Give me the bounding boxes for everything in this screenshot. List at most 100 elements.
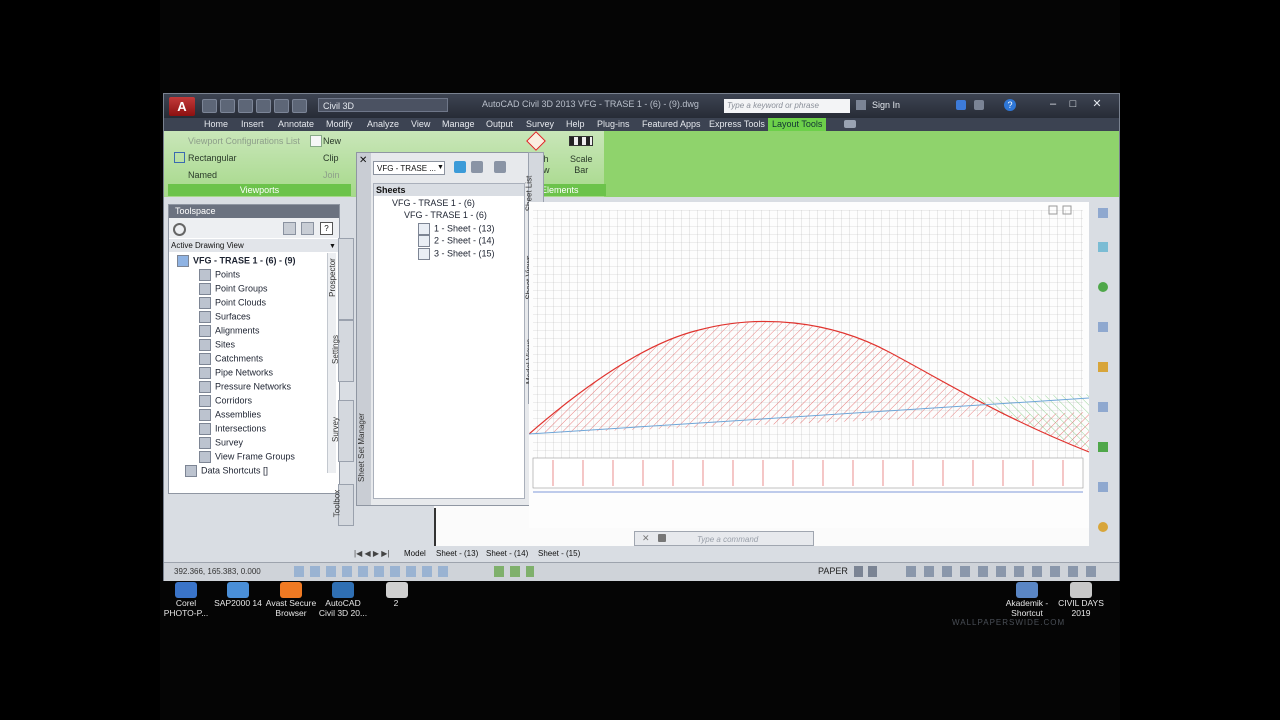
shortcut-icon[interactable]: [386, 582, 408, 598]
options-icon[interactable]: [494, 161, 506, 173]
tree-item[interactable]: Corridors: [199, 395, 252, 407]
tree-item[interactable]: Alignments: [199, 325, 260, 337]
tab-home[interactable]: Home: [200, 118, 232, 131]
close-icon[interactable]: ✕: [642, 533, 650, 544]
refresh-icon[interactable]: [454, 161, 466, 173]
sheet-item[interactable]: 3 - Sheet - (15): [418, 248, 495, 260]
tab-sheet-15[interactable]: Sheet - (15): [538, 549, 580, 558]
chevron-down-icon[interactable]: ▼: [437, 164, 444, 171]
tree-item[interactable]: Point Clouds: [199, 297, 266, 309]
tree-item[interactable]: Surfaces: [199, 311, 251, 323]
tree-item[interactable]: Points: [199, 269, 240, 281]
nav-tool-icon[interactable]: [1098, 242, 1108, 252]
tab-output[interactable]: Output: [482, 118, 517, 131]
nav-tool-icon[interactable]: [1098, 208, 1108, 218]
tree-item[interactable]: Point Groups: [199, 283, 268, 295]
tree-item[interactable]: Catchments: [199, 353, 263, 365]
nav-tool-icon[interactable]: [1098, 282, 1108, 292]
save-icon[interactable]: [238, 99, 253, 113]
corel-photo-icon[interactable]: [175, 582, 197, 598]
sheet-item[interactable]: 2 - Sheet - (14): [418, 235, 495, 247]
nav-tool-icon[interactable]: [1098, 322, 1108, 332]
tab-express-tools[interactable]: Express Tools: [705, 118, 769, 131]
rectangular-button[interactable]: Rectangular: [188, 153, 237, 163]
triangle-icon[interactable]: [974, 100, 984, 110]
workspace-select[interactable]: Civil 3D: [318, 98, 448, 112]
tab-model[interactable]: Model: [404, 549, 426, 558]
nav-tool-icon[interactable]: [1098, 522, 1108, 532]
paper-space-toggle[interactable]: PAPER: [818, 566, 848, 576]
tab-featured-apps[interactable]: Featured Apps: [638, 118, 705, 131]
autocad-civil3d-icon[interactable]: [332, 582, 354, 598]
sheet-item[interactable]: 1 - Sheet - (13): [418, 223, 495, 235]
avast-browser-icon[interactable]: [280, 582, 302, 598]
layout-tools[interactable]: [854, 566, 880, 577]
sheet-set-select[interactable]: VFG - TRASE ...: [373, 161, 445, 175]
drafting-toggles[interactable]: [294, 566, 454, 577]
clip-button[interactable]: Clip: [323, 153, 339, 163]
tab-modify[interactable]: Modify: [322, 118, 357, 131]
civil-days-icon[interactable]: [1070, 582, 1092, 598]
new-icon[interactable]: [202, 99, 217, 113]
tab-insert[interactable]: Insert: [237, 118, 268, 131]
maximize-button[interactable]: □: [1064, 96, 1082, 112]
close-icon[interactable]: ✕: [359, 155, 367, 166]
named-button[interactable]: Named: [188, 170, 217, 180]
help-icon[interactable]: ?: [320, 222, 333, 235]
magnifier-icon[interactable]: [173, 223, 186, 236]
tab-plug-ins[interactable]: Plug-ins: [593, 118, 634, 131]
tree-item[interactable]: Intersections: [199, 423, 266, 435]
nav-tool-icon[interactable]: [1098, 362, 1108, 372]
open-icon[interactable]: [220, 99, 235, 113]
active-drawing-view-select[interactable]: Active Drawing View: [169, 239, 339, 252]
status-toggles[interactable]: [494, 566, 534, 577]
sap2000-icon[interactable]: [227, 582, 249, 598]
help-icon[interactable]: ?: [1004, 99, 1016, 111]
sheet-set-node[interactable]: VFG - TRASE 1 - (6): [392, 198, 475, 208]
new-viewport-button[interactable]: New: [323, 136, 341, 146]
tab-analyze[interactable]: Analyze: [363, 118, 403, 131]
tree-item[interactable]: Pipe Networks: [199, 367, 273, 379]
drawing-viewport[interactable]: [528, 202, 1090, 528]
nav-tool-icon[interactable]: [1098, 402, 1108, 412]
tree-item[interactable]: Pressure Networks: [199, 381, 291, 393]
minimize-button[interactable]: –: [1044, 96, 1062, 112]
tab-survey-vertical[interactable]: Survey: [331, 400, 354, 462]
tab-manage[interactable]: Manage: [438, 118, 479, 131]
tab-layout-tools[interactable]: Layout Tools: [768, 118, 827, 131]
tree-item-data-shortcuts[interactable]: Data Shortcuts []: [185, 465, 268, 477]
tab-view[interactable]: View: [407, 118, 434, 131]
nav-tool-icon[interactable]: [1098, 482, 1108, 492]
tree-root[interactable]: VFG - TRASE 1 - (6) - (9): [177, 255, 296, 267]
tool-icon[interactable]: [301, 222, 314, 235]
exchange-icon[interactable]: [956, 100, 966, 110]
tab-survey[interactable]: Survey: [522, 118, 558, 131]
tab-annotate[interactable]: Annotate: [274, 118, 318, 131]
tab-sheet-13[interactable]: Sheet - (13): [436, 549, 478, 558]
print-icon[interactable]: [256, 99, 271, 113]
tree-item[interactable]: Assemblies: [199, 409, 261, 421]
viewport-config-list[interactable]: Viewport Configurations List: [188, 136, 300, 146]
publish-icon[interactable]: [471, 161, 483, 173]
close-button[interactable]: ✕: [1088, 96, 1106, 112]
search-input[interactable]: Type a keyword or phrase: [724, 99, 850, 113]
scale-bar-button[interactable]: Scale Bar: [570, 154, 593, 176]
tab-nav-arrows[interactable]: |◀ ◀ ▶ ▶|: [354, 549, 389, 558]
tab-toolbox[interactable]: Toolbox: [332, 484, 354, 526]
status-tray-icons[interactable]: [906, 566, 1096, 577]
tab-sheet-14[interactable]: Sheet - (14): [486, 549, 528, 558]
akademik-shortcut-icon[interactable]: [1016, 582, 1038, 598]
redo-icon[interactable]: [292, 99, 307, 113]
chevron-down-icon[interactable]: ▼: [329, 243, 336, 250]
tree-item[interactable]: Sites: [199, 339, 235, 351]
search-icon[interactable]: [856, 100, 866, 110]
join-button[interactable]: Join: [323, 170, 340, 180]
wrench-icon[interactable]: [658, 534, 666, 542]
tab-prospector[interactable]: Prospector: [328, 238, 354, 320]
tab-settings[interactable]: Settings: [331, 320, 354, 382]
tool-icon[interactable]: [283, 222, 296, 235]
tab-help[interactable]: Help: [562, 118, 589, 131]
tree-item[interactable]: View Frame Groups: [199, 451, 295, 463]
nav-tool-icon[interactable]: [1098, 442, 1108, 452]
subset-node[interactable]: VFG - TRASE 1 - (6): [404, 210, 487, 220]
